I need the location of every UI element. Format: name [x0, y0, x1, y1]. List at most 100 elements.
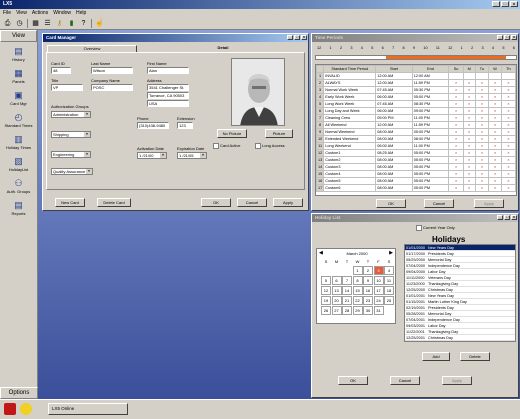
table-row[interactable]: 15 Custom4 08:00 AM 05:00 PM × × × × ×	[316, 170, 516, 178]
calendar-day[interactable]: 16	[363, 286, 373, 295]
day-toggle[interactable]: ×	[500, 149, 516, 157]
table-cell[interactable]: 08:00 AM	[375, 163, 413, 171]
minimize-button[interactable]: _	[497, 35, 503, 40]
options-button[interactable]: Options	[0, 387, 38, 399]
hand-icon[interactable]: ☝	[95, 19, 104, 28]
ok-button[interactable]: OK	[338, 376, 368, 385]
picture-button[interactable]: Picture	[265, 129, 293, 138]
menu-window[interactable]: Window	[53, 10, 71, 16]
table-cell[interactable]: ALWAYS	[323, 79, 377, 87]
table-row[interactable]: 8 All Weekend 12:00 AM 11:59 PM × × × × ×	[316, 121, 516, 129]
calendar-day[interactable]: 3	[373, 266, 384, 275]
day-toggle[interactable]: ×	[500, 170, 516, 178]
minimize-button[interactable]: _	[492, 1, 500, 7]
day-toggle[interactable]: ×	[500, 107, 516, 115]
day-toggle[interactable]	[474, 72, 490, 80]
day-toggle[interactable]: ×	[488, 93, 502, 101]
day-toggle[interactable]: ×	[474, 100, 490, 108]
table-row[interactable]: 4 Early Work Week 06:00 AM 05:00 PM × × × × ×	[316, 93, 516, 101]
day-toggle[interactable]: ×	[500, 121, 516, 129]
table-cell[interactable]: Custom5	[323, 177, 377, 185]
day-toggle[interactable]	[448, 72, 464, 80]
table-cell[interactable]: 05:00 PM	[411, 128, 450, 136]
minimize-button[interactable]: _	[497, 215, 503, 220]
day-toggle[interactable]: ×	[448, 135, 464, 143]
calendar-day[interactable]: 6	[331, 276, 342, 285]
table-cell[interactable]: Normal Work Week	[323, 86, 377, 94]
chart-icon[interactable]: ▮	[67, 19, 76, 28]
day-toggle[interactable]: ×	[462, 86, 476, 94]
auth-group-select-4[interactable]: Quality Assurance	[51, 168, 93, 175]
calendar-day[interactable]: 5	[321, 276, 331, 285]
sidebar-item-holiday-list[interactable]: ▧ HolidayList	[0, 156, 37, 174]
calendar-day[interactable]: 24	[373, 296, 384, 305]
add-button[interactable]: Add	[422, 352, 450, 361]
day-toggle[interactable]: ×	[500, 177, 516, 185]
menu-file[interactable]: File	[3, 10, 11, 16]
holidays-list[interactable]: 01/01/2000 New Years Day 01/17/2000 Preside…	[404, 244, 516, 342]
day-toggle[interactable]: ×	[500, 184, 516, 192]
table-cell[interactable]: 08:00 AM	[375, 170, 413, 178]
table-row[interactable]: 6 Long Day and Week 06:00 AM 09:00 PM × × × × ×	[316, 107, 516, 115]
table-cell[interactable]: Long Weekend	[323, 142, 377, 150]
table-cell[interactable]: 12:00 AM	[375, 121, 413, 129]
ok-button[interactable]: OK	[376, 199, 406, 208]
address-line-1[interactable]: 3541 Challenger St.	[147, 84, 189, 91]
day-toggle[interactable]: ×	[474, 93, 490, 101]
day-toggle[interactable]: ×	[462, 170, 476, 178]
day-toggle[interactable]: ×	[488, 156, 502, 164]
table-cell[interactable]: INVALID	[323, 72, 377, 80]
day-toggle[interactable]: ×	[488, 86, 502, 94]
day-toggle[interactable]: ×	[448, 86, 464, 94]
table-cell[interactable]: 05:00 PM	[375, 114, 413, 122]
table-cell[interactable]: Extended Weekend	[323, 135, 377, 143]
table-cell[interactable]: 11:59 PM	[411, 79, 450, 87]
table-cell[interactable]: Long Day and Week	[323, 107, 377, 115]
ok-button[interactable]: OK	[201, 198, 231, 207]
day-toggle[interactable]: ×	[474, 114, 490, 122]
calendar-day[interactable]: 1	[352, 266, 363, 275]
table-row[interactable]: 10 Extended Weekend 08:00 AM 08:00 PM × × × × ×	[316, 135, 516, 143]
day-toggle[interactable]: ×	[474, 107, 490, 115]
sidebar-item-holiday-times[interactable]: ▥ Holiday Times	[0, 134, 37, 152]
day-toggle[interactable]: ×	[500, 86, 516, 94]
calendar-day[interactable]: 2	[363, 266, 373, 275]
taskbar-item[interactable]: LX5 Online	[48, 403, 128, 415]
day-toggle[interactable]	[462, 72, 476, 80]
table-cell[interactable]: 07:45 AM	[375, 86, 413, 94]
calendar-day[interactable]: 4	[384, 266, 394, 275]
day-toggle[interactable]: ×	[474, 149, 490, 157]
table-cell[interactable]: 11:00 PM	[411, 142, 450, 150]
column-header[interactable]: End	[411, 65, 450, 73]
day-toggle[interactable]: ×	[488, 100, 502, 108]
auth-group-select-1[interactable]: Administration	[51, 111, 91, 118]
day-toggle[interactable]: ×	[488, 135, 502, 143]
day-toggle[interactable]: ×	[488, 114, 502, 122]
day-toggle[interactable]: ×	[488, 79, 502, 87]
company-field[interactable]: POSC	[91, 84, 133, 91]
table-cell[interactable]: All Weekend	[323, 121, 377, 129]
day-toggle[interactable]: ×	[462, 156, 476, 164]
calendar-day[interactable]: 26	[321, 306, 331, 315]
table-cell[interactable]: 08:00 AM	[375, 156, 413, 164]
first-name-field[interactable]: Alan	[147, 67, 189, 74]
day-toggle[interactable]: ×	[448, 121, 464, 129]
table-cell[interactable]: Custom3	[323, 163, 377, 171]
day-toggle[interactable]: ×	[474, 121, 490, 129]
day-toggle[interactable]: ×	[462, 184, 476, 192]
calendar-day[interactable]: 28	[342, 306, 352, 315]
sidebar-item-auth-groups[interactable]: ⚇ Auth. Groups	[0, 178, 37, 196]
day-toggle[interactable]: ×	[474, 184, 490, 192]
day-toggle[interactable]: ×	[500, 128, 516, 136]
table-cell[interactable]: 08:00 PM	[411, 135, 450, 143]
day-toggle[interactable]: ×	[448, 184, 464, 192]
tab-detail[interactable]: Detail	[193, 45, 253, 52]
table-cell[interactable]: 05:00 PM	[411, 163, 450, 171]
day-toggle[interactable]: ×	[448, 149, 464, 157]
day-toggle[interactable]: ×	[462, 135, 476, 143]
day-toggle[interactable]: ×	[488, 142, 502, 150]
table-cell[interactable]: 05:00 PM	[411, 93, 450, 101]
delete-button[interactable]: Delete	[460, 352, 490, 361]
sidebar-item-reports[interactable]: ▤ Reports	[0, 200, 37, 218]
sidebar-item-history[interactable]: ▤ History	[0, 46, 37, 64]
